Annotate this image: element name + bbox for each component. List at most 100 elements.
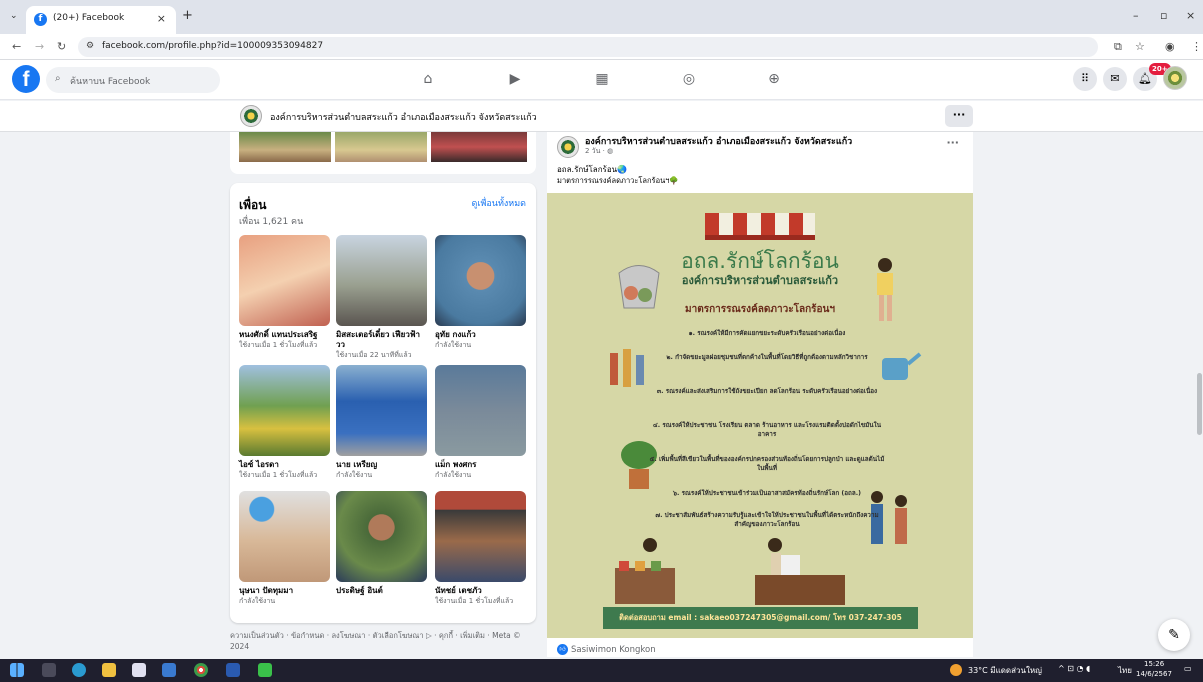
facebook-search-input[interactable]: ⌕ ค้นหาบน Facebook [46, 67, 220, 93]
messenger-icon[interactable]: ✉ [1103, 67, 1127, 91]
clock-time[interactable]: 15:26 [1144, 660, 1164, 668]
footer-links[interactable]: ความเป็นส่วนตัว · ข้อกำหนด · ลงโฆษณา · ต… [230, 630, 536, 652]
edge-browser-icon[interactable] [72, 663, 86, 677]
word-icon[interactable] [226, 663, 240, 677]
forward-arrow-icon[interactable]: → [35, 40, 44, 53]
maximize-button[interactable]: ▫ [1160, 9, 1167, 22]
page-scrollbar[interactable] [1197, 373, 1202, 435]
reaction-name: Sasiwimon Kongkon [571, 645, 656, 655]
post-poster-image[interactable]: อถล.รักษ์โลกร้อน องค์การบริหารส่วนตำบลสร… [547, 193, 973, 638]
browser-tab-facebook[interactable]: f (20+) Facebook × [26, 6, 176, 34]
measure-item: ๖. รณรงค์ให้ประชาชนเข้าร่วมเป็นอาสาสมัคร… [673, 490, 861, 497]
profile-sticky-header: องค์การบริหารส่วนตำบลสระแก้ว อำเภอเมืองส… [0, 101, 1203, 132]
store-icon[interactable] [132, 663, 146, 677]
browser-menu-icon[interactable]: ⋮ [1191, 40, 1202, 53]
url-field[interactable]: ⚙ facebook.com/profile.php?id=1000093530… [78, 37, 1098, 57]
marketplace-icon[interactable]: ▦ [591, 68, 613, 90]
friend-name[interactable]: แม็ก พงศกร [435, 460, 526, 470]
post-reaction-summary[interactable]: 👍︎ Sasiwimon Kongkon [557, 644, 656, 655]
friend-status: กำลังใช้งาน [435, 471, 472, 479]
reload-icon[interactable]: ↻ [57, 40, 66, 53]
friends-heading: เพื่อน [239, 198, 267, 212]
windows-start-icon[interactable] [10, 663, 24, 677]
facebook-logo-icon[interactable]: f [12, 65, 40, 93]
friend-photo[interactable] [435, 365, 526, 456]
friend-photo[interactable] [239, 491, 330, 582]
site-info-icon[interactable]: ⚙ [86, 41, 94, 51]
menu-grid-icon[interactable]: ⠿ [1073, 67, 1097, 91]
friend-photo[interactable] [336, 235, 427, 326]
notification-center-icon[interactable]: ▭ [1184, 664, 1192, 673]
friend-tile[interactable]: มิสสะเตอร์เดี๋ยว เฟียวฟ้าวว ใช้งานเมื่อ … [336, 235, 427, 360]
account-avatar[interactable] [1163, 66, 1187, 90]
tab-search-chevron-icon[interactable]: ⌄ [10, 11, 18, 21]
friend-photo[interactable] [336, 491, 427, 582]
chrome-icon[interactable] [194, 663, 208, 677]
post-text-line: มาตรการรณรงค์ลดภาวะโลกร้อนฯ🌳 [557, 176, 679, 185]
friend-status: ใช้งานเมื่อ 1 ชั่วโมงที่แล้ว [239, 471, 318, 479]
friend-photo[interactable] [239, 365, 330, 456]
more-options-button[interactable]: ··· [945, 105, 973, 127]
home-icon[interactable]: ⌂ [417, 68, 439, 90]
friend-tile[interactable]: นุษนา ปัดทุมมา กำลังใช้งาน [239, 491, 330, 606]
bookmark-star-icon[interactable]: ☆ [1135, 40, 1145, 53]
friend-name[interactable]: อุทัย กงแก้ว [435, 330, 526, 340]
friend-status: ใช้งานเมื่อ 1 ชั่วโมงที่แล้ว [239, 341, 318, 349]
friend-name[interactable]: นุษนา ปัดทุมมา [239, 586, 330, 596]
page-profile-picture[interactable] [240, 105, 262, 127]
friend-name[interactable]: นาย เหรียญ [336, 460, 427, 470]
cast-icon[interactable]: ⧉ [1114, 40, 1122, 54]
post-options-icon[interactable]: ··· [946, 136, 959, 149]
friend-tile[interactable]: นาย เหรียญ กำลังใช้งาน [336, 365, 427, 480]
friend-photo[interactable] [435, 235, 526, 326]
facebook-top-nav: f ⌕ ค้นหาบน Facebook ⌂ ▶ ▦ ◎ ⊕ ⠿ ✉ 🔔︎ 20… [0, 60, 1203, 100]
friend-name[interactable]: ไอซ์ ไอรดา [239, 460, 330, 470]
photo-thumbnail[interactable] [239, 132, 331, 162]
see-all-friends-link[interactable]: ดูเพื่อนทั้งหมด [472, 196, 526, 210]
measure-item: ๓. รณรงค์และส่งเสริมการใช้ถังขยะเปียก ลด… [656, 388, 878, 395]
back-arrow-icon[interactable]: ← [12, 40, 21, 53]
friend-tile[interactable]: ไอซ์ ไอรดา ใช้งานเมื่อ 1 ชั่วโมงที่แล้ว [239, 365, 330, 480]
friend-name[interactable]: นัทชย์ เตชภัว [435, 586, 526, 596]
profile-avatar-icon[interactable]: ◉ [1165, 40, 1175, 53]
friend-name[interactable]: หนงศักดิ์ แทนประเสริฐ [239, 330, 330, 340]
photo-thumbnail[interactable] [431, 132, 527, 162]
weather-sun-icon[interactable] [950, 664, 962, 676]
friend-photo[interactable] [435, 491, 526, 582]
friend-name[interactable]: ประดิษฐ์ อินต์ [336, 586, 427, 596]
friend-tile[interactable]: อุทัย กงแก้ว กำลังใช้งาน [435, 235, 526, 350]
mail-icon[interactable] [162, 663, 176, 677]
weather-text[interactable]: 33°C มีแดดส่วนใหญ่ [968, 664, 1042, 677]
page-name[interactable]: องค์การบริหารส่วนตำบลสระแก้ว อำเภอเมืองส… [270, 110, 537, 124]
friend-tile[interactable]: ประดิษฐ์ อินต์ [336, 491, 427, 596]
friend-photo[interactable] [239, 235, 330, 326]
groups-icon[interactable]: ◎ [678, 68, 700, 90]
measure-item: ๔. รณรงค์ให้ประชาชน โรงเรียน ตลาด ร้านอา… [653, 422, 881, 438]
poster-contact-bar: ติดต่อสอบถาม email : sakaeo037247305@gma… [603, 607, 918, 629]
friend-photo[interactable] [336, 365, 427, 456]
input-language[interactable]: ไทย [1118, 664, 1132, 677]
line-app-icon[interactable] [258, 663, 272, 677]
friend-tile[interactable]: นัทชย์ เตชภัว ใช้งานเมื่อ 1 ชั่วโมงที่แล… [435, 491, 526, 606]
photo-thumbnail[interactable] [335, 132, 427, 162]
video-icon[interactable]: ▶ [504, 68, 526, 90]
post-author-avatar[interactable] [557, 136, 579, 158]
friend-tile[interactable]: หนงศักดิ์ แทนประเสริฐ ใช้งานเมื่อ 1 ชั่ว… [239, 235, 330, 350]
task-view-icon[interactable] [42, 663, 56, 677]
close-window-button[interactable]: × [1186, 9, 1195, 22]
minimize-button[interactable]: – [1133, 9, 1139, 22]
friend-status: กำลังใช้งาน [239, 597, 276, 605]
search-placeholder: ค้นหาบน Facebook [70, 77, 151, 87]
clock-date[interactable]: 14/6/2567 [1136, 670, 1172, 678]
gaming-icon[interactable]: ⊕ [763, 68, 785, 90]
tab-close-icon[interactable]: × [157, 12, 166, 25]
friend-tile[interactable]: แม็ก พงศกร กำลังใช้งาน [435, 365, 526, 480]
system-tray-icons[interactable]: ^ ⊡ ◔ ◖ [1058, 664, 1090, 673]
new-message-compose-button[interactable]: ✎ [1158, 619, 1190, 651]
url-text: facebook.com/profile.php?id=100009353094… [102, 41, 324, 51]
file-explorer-icon[interactable] [102, 663, 116, 677]
post-author-name[interactable]: องค์การบริหารส่วนตำบลสระแก้ว อำเภอเมืองส… [585, 134, 852, 148]
friend-name[interactable]: มิสสะเตอร์เดี๋ยว เฟียวฟ้าวว [336, 330, 427, 350]
post-timestamp[interactable]: 2 วัน · ◍ [585, 146, 613, 157]
new-tab-button[interactable]: + [182, 8, 193, 23]
